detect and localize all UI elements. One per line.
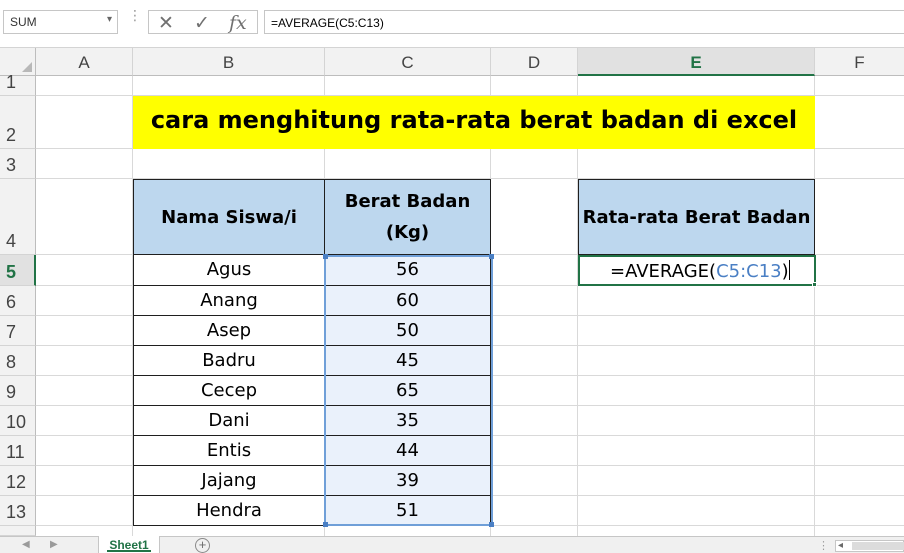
cell-weight[interactable]: 35 xyxy=(325,406,491,436)
cell-name[interactable]: Entis xyxy=(133,436,325,466)
add-sheet-icon[interactable]: + xyxy=(195,538,210,553)
formula-bar: SUM ▾ ⋮ ✕ ✓ fx =AVERAGE(C5:C13) xyxy=(0,0,904,48)
column-header-e[interactable]: E xyxy=(578,48,815,76)
row-header-13[interactable]: 13 xyxy=(0,496,36,526)
cell-name[interactable]: Jajang xyxy=(133,466,325,496)
insert-function-icon[interactable]: fx xyxy=(229,12,247,34)
cell-weight[interactable]: 50 xyxy=(325,316,491,346)
next-sheet-icon[interactable]: ▶ xyxy=(50,539,58,550)
row-header-14[interactable] xyxy=(0,526,36,536)
drag-handle-icon[interactable]: ⋮ xyxy=(128,8,142,32)
formula-prefix: =AVERAGE( xyxy=(610,261,717,282)
cell-name[interactable]: Anang xyxy=(133,286,325,316)
header-cell-name[interactable]: Nama Siswa/i xyxy=(133,179,325,255)
row-header-3[interactable]: 3 xyxy=(0,149,36,179)
scroll-thumb[interactable] xyxy=(852,542,904,550)
column-header-f[interactable]: F xyxy=(815,48,904,76)
name-box[interactable]: SUM ▾ xyxy=(3,10,118,34)
cell-name[interactable]: Cecep xyxy=(133,376,325,406)
header-weight-unit: (Kg) xyxy=(385,222,430,243)
cell-name[interactable]: Badru xyxy=(133,346,325,376)
row-header-8[interactable]: 8 xyxy=(0,346,36,376)
active-cell-e5[interactable]: =AVERAGE(C5:C13) xyxy=(578,255,817,287)
row-header-11[interactable]: 11 xyxy=(0,436,36,466)
row-header-1[interactable]: 1 xyxy=(0,72,36,96)
horizontal-scrollbar[interactable]: ◂ xyxy=(835,540,904,552)
fill-handle[interactable] xyxy=(812,282,817,287)
header-cell-average[interactable]: Rata-rata Berat Badan xyxy=(578,179,815,255)
row-header-6[interactable]: 6 xyxy=(0,286,36,316)
column-header-b[interactable]: B xyxy=(133,48,325,76)
cancel-icon[interactable]: ✕ xyxy=(158,12,174,35)
column-header-c[interactable]: C xyxy=(325,48,491,76)
scroll-left-icon[interactable]: ◂ xyxy=(838,540,843,551)
name-box-value: SUM xyxy=(10,15,37,29)
column-header-d[interactable]: D xyxy=(491,48,578,76)
row-header-4[interactable]: 4 xyxy=(0,179,36,255)
row-header-5[interactable]: 5 xyxy=(0,255,36,286)
cell-weight[interactable]: 65 xyxy=(325,376,491,406)
text-cursor xyxy=(788,260,790,280)
row-header-7[interactable]: 7 xyxy=(0,316,36,346)
chevron-down-icon[interactable]: ▾ xyxy=(107,14,112,25)
cell-weight[interactable]: 60 xyxy=(325,286,491,316)
cell-weight[interactable]: 45 xyxy=(325,346,491,376)
column-header-a[interactable]: A xyxy=(36,48,133,76)
cell-weight[interactable]: 51 xyxy=(325,496,491,526)
sheet-title-cell[interactable]: cara menghitung rata-rata berat badan di… xyxy=(133,96,815,149)
cell-weight[interactable]: 39 xyxy=(325,466,491,496)
sheet-tab-bar: ◀ ▶ Sheet1 + ⋮ ◂ xyxy=(0,536,904,553)
sheet-tab-sheet1[interactable]: Sheet1 xyxy=(98,536,160,553)
row-header-12[interactable]: 12 xyxy=(0,466,36,496)
formula-input[interactable]: =AVERAGE(C5:C13) xyxy=(264,10,904,34)
formula-suffix: ) xyxy=(781,261,789,282)
prev-sheet-icon[interactable]: ◀ xyxy=(22,539,30,550)
cell-name[interactable]: Agus xyxy=(133,255,325,286)
cell-weight[interactable]: 44 xyxy=(325,436,491,466)
row-header-10[interactable]: 10 xyxy=(0,406,36,436)
formula-range-ref: C5:C13 xyxy=(716,261,782,282)
header-weight-label: Berat Badan xyxy=(344,191,471,212)
header-cell-weight[interactable]: Berat Badan (Kg) xyxy=(324,179,491,255)
row-header-9[interactable]: 9 xyxy=(0,376,36,406)
cell-name[interactable]: Hendra xyxy=(133,496,325,526)
cell-weight[interactable]: 56 xyxy=(325,255,491,286)
cell-name[interactable]: Asep xyxy=(133,316,325,346)
tab-splitter-icon[interactable]: ⋮ xyxy=(818,539,829,552)
row-header-2[interactable]: 2 xyxy=(0,96,36,149)
header-name-label: Nama Siswa/i xyxy=(161,206,297,228)
formula-buttons: ✕ ✓ fx xyxy=(148,10,258,34)
header-average-label: Rata-rata Berat Badan xyxy=(582,206,811,228)
check-icon[interactable]: ✓ xyxy=(194,12,210,35)
cell-name[interactable]: Dani xyxy=(133,406,325,436)
